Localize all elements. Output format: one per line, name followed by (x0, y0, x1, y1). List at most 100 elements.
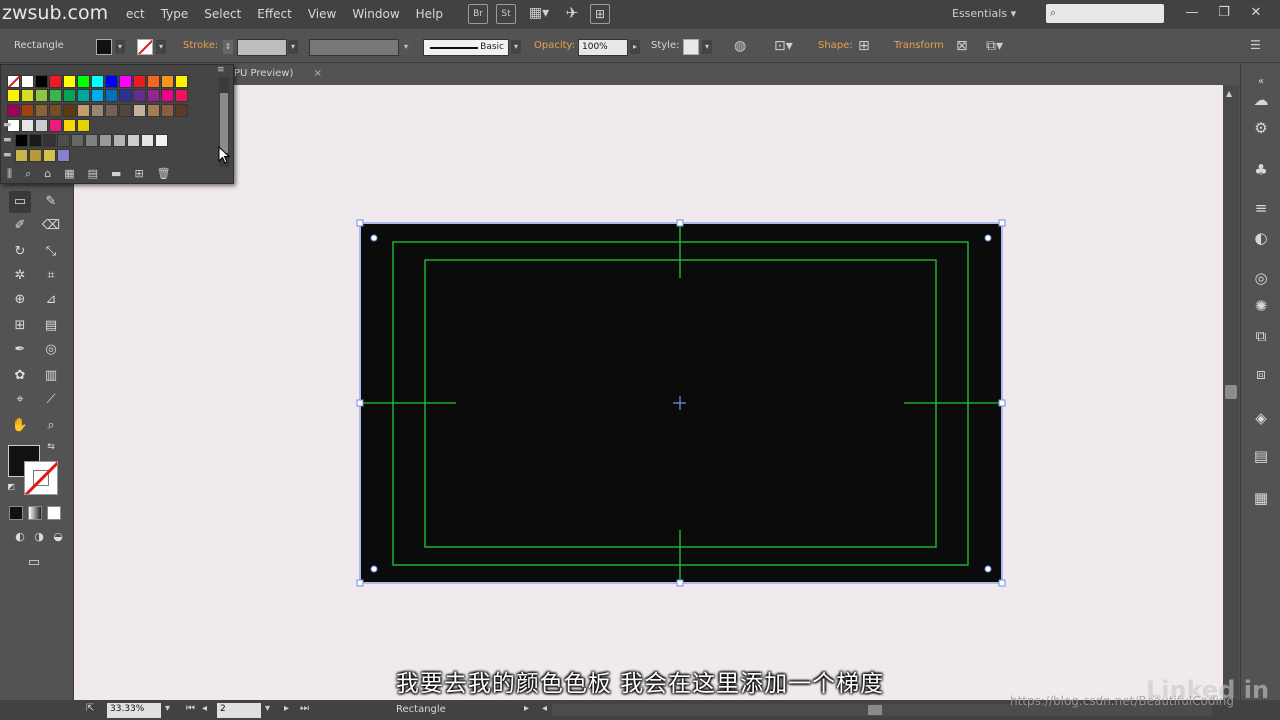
chevron-down-icon[interactable]: ▾ (702, 40, 712, 54)
color-group-folder-icon[interactable]: ▬ (3, 149, 13, 161)
swatch-chip[interactable] (141, 134, 154, 147)
swatch-chip[interactable] (21, 104, 34, 117)
libraries-icon[interactable]: ◎ (1251, 268, 1271, 288)
swatch-chip[interactable] (133, 89, 146, 102)
swatch-chip[interactable] (133, 75, 146, 88)
align-icon[interactable]: ⊡▾ (774, 38, 793, 54)
menu-window[interactable]: Window (344, 0, 407, 29)
slice-tool-icon[interactable]: ⟋ (40, 389, 62, 411)
menu-effect[interactable]: Effect (249, 0, 300, 29)
swatch-chip[interactable] (43, 149, 56, 162)
swatch-chip[interactable] (155, 134, 168, 147)
chevron-down-icon[interactable]: ▾ (156, 40, 166, 54)
swatch-chip[interactable] (35, 104, 48, 117)
column-graph-tool-icon[interactable]: ▥ (40, 365, 62, 387)
folder-icon[interactable]: ▬ (111, 167, 121, 181)
swatch-chip[interactable] (175, 104, 188, 117)
swatch-chip[interactable] (43, 134, 56, 147)
brush-definition[interactable]: Basic (423, 39, 509, 56)
stroke-swatch[interactable] (24, 461, 58, 495)
swatches-scroll-thumb[interactable] (220, 93, 228, 153)
opacity-label[interactable]: Opacity: (534, 40, 575, 51)
default-fill-stroke-icon[interactable]: ◩ (4, 480, 18, 494)
last-artboard-icon[interactable]: ⏭ (300, 703, 309, 714)
stroke-stepper-icon[interactable]: ⇕ (223, 40, 233, 54)
swatch-chip[interactable] (71, 134, 84, 147)
swatch-chip[interactable] (147, 75, 160, 88)
gradient-icon[interactable]: ▤ (1251, 446, 1271, 466)
panel-menu-icon[interactable]: ≡ (217, 65, 225, 75)
gradient-tool-icon[interactable]: ▤ (40, 315, 62, 337)
chevron-right-icon[interactable]: ▸ (524, 703, 529, 714)
collapse-panels-icon[interactable]: « (1251, 72, 1271, 92)
appearance-icon[interactable]: ◐ (1251, 228, 1271, 248)
menu-object[interactable]: ect (118, 0, 153, 29)
horizontal-scroll-thumb[interactable] (868, 705, 882, 715)
screen-mode-icon[interactable]: ▭ (23, 552, 45, 574)
chevron-down-icon[interactable]: ▾ (288, 40, 298, 54)
shape-label[interactable]: Shape: (818, 40, 853, 51)
close-icon[interactable]: ✕ (1240, 2, 1272, 24)
swatch-chip[interactable] (7, 75, 20, 88)
swatch-chip[interactable] (119, 104, 132, 117)
swatch-chip[interactable] (63, 104, 76, 117)
swatch-chip[interactable] (63, 119, 76, 132)
warp-tool-icon[interactable]: ✲ (9, 265, 31, 287)
swatch-chip[interactable] (85, 134, 98, 147)
swatch-chip[interactable] (63, 89, 76, 102)
swatch-chip[interactable] (35, 119, 48, 132)
swatch-chip[interactable] (77, 75, 90, 88)
swatch-chip[interactable] (105, 75, 118, 88)
search-input[interactable]: ⌕ (1046, 4, 1164, 23)
swatch-chip[interactable] (15, 149, 28, 162)
swatch-chip[interactable] (57, 149, 70, 162)
stroke-color-swatch[interactable] (137, 39, 153, 55)
menu-view[interactable]: View (300, 0, 344, 29)
feature-icon[interactable]: ⊞ (590, 4, 610, 24)
artboards-icon[interactable]: ⧈ (1251, 364, 1271, 384)
stroke-panel-icon[interactable]: ≡ (1251, 198, 1271, 218)
new-swatch-folder-icon[interactable]: ▤ (88, 167, 98, 181)
scroll-up-icon[interactable]: ▲ (1226, 89, 1232, 98)
menu-select[interactable]: Select (196, 0, 249, 29)
mesh-tool-icon[interactable]: ⊞ (9, 315, 31, 337)
symbols-icon[interactable]: ✺ (1251, 296, 1271, 316)
fill-color-swatch[interactable] (96, 39, 112, 55)
swatches-grid-icon[interactable]: ▦ (1251, 488, 1271, 508)
swatch-chip[interactable] (161, 104, 174, 117)
swatch-chip[interactable] (175, 89, 188, 102)
rectangle-tool-icon[interactable]: ▭ (9, 191, 31, 213)
swatch-chip[interactable] (49, 104, 62, 117)
swatch-chip[interactable] (29, 149, 42, 162)
swatch-chip[interactable] (127, 134, 140, 147)
free-transform-tool-icon[interactable]: ⌗ (40, 265, 62, 287)
opacity-input[interactable]: 100% (578, 39, 628, 56)
swatch-chip[interactable] (91, 89, 104, 102)
swatch-chip[interactable] (133, 104, 146, 117)
swatch-chip[interactable] (49, 89, 62, 102)
swatch-chip[interactable] (63, 75, 76, 88)
swap-fill-stroke-icon[interactable]: ⇆ (44, 440, 58, 454)
blend-tool-icon[interactable]: ◎ (40, 339, 62, 361)
swatch-chip[interactable] (147, 89, 160, 102)
artboard-tool-icon[interactable]: ⌖ (9, 389, 31, 411)
swatch-chip[interactable] (21, 119, 34, 132)
restore-icon[interactable]: ❐ (1208, 2, 1240, 24)
eyedropper-tool-icon[interactable]: ✒ (9, 339, 31, 361)
brushes-icon[interactable]: ♣ (1251, 160, 1271, 180)
swatch-chip[interactable] (91, 75, 104, 88)
scroll-thumb[interactable] (1225, 385, 1237, 399)
color-group-folder-icon[interactable]: ▬ (3, 134, 13, 146)
workspace-switcher[interactable]: Essentials ▾ (952, 7, 1016, 20)
none-mode-icon[interactable] (47, 506, 61, 520)
close-tab-icon[interactable]: × (314, 64, 322, 84)
eraser-tool-icon[interactable]: ⌫ (40, 215, 62, 237)
canvas-area[interactable] (74, 85, 1223, 700)
color-mode-icon[interactable] (9, 506, 23, 520)
rotate-tool-icon[interactable]: ↻ (9, 241, 31, 263)
show-kinds-icon[interactable]: ⌕ (25, 167, 31, 181)
hand-tool-icon[interactable]: ✋ (9, 415, 31, 437)
menu-type[interactable]: Type (153, 0, 197, 29)
swatch-chip[interactable] (35, 75, 48, 88)
swatch-chip[interactable] (99, 134, 112, 147)
